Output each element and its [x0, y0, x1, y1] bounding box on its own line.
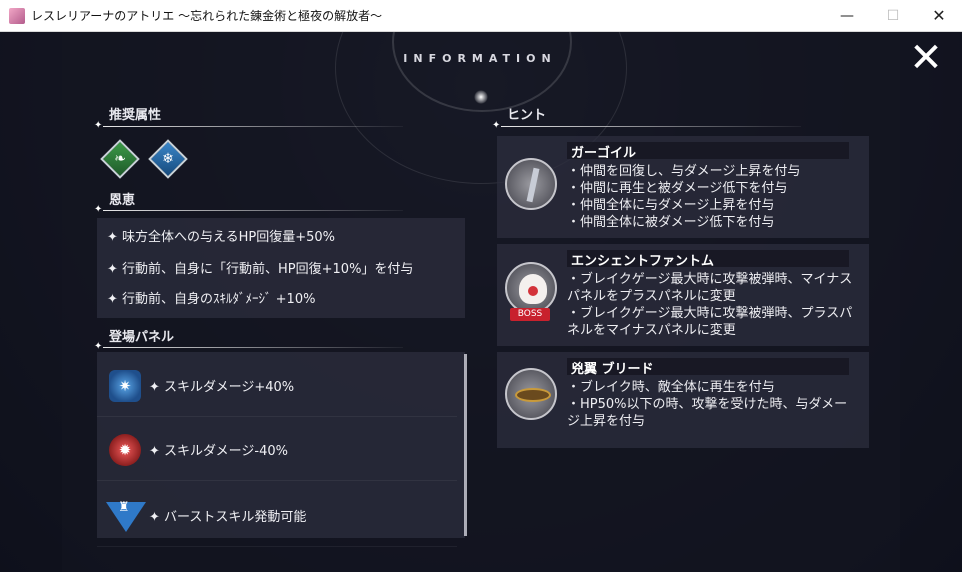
hint-line: ・ブレイクゲージ最大時に攻撃被弾時、プラスパネルをマイナスパネルに変更	[567, 306, 853, 338]
close-icon[interactable]: ✕	[906, 38, 946, 78]
breed-figure-icon	[515, 388, 551, 402]
panel-label: ✦ スキルダメージ+40%	[149, 380, 295, 395]
benefit-item: ✦ 味方全体への与えるHP回復量+50%	[107, 230, 336, 245]
hint-name-bar: エンシェントファントム	[567, 250, 849, 269]
hint-card-gargoyle: ガーゴイル ・仲間を回復し、与ダメージ上昇を付与 ・仲間に再生と被ダメージ低下を…	[497, 136, 869, 238]
hint-line: ・仲間に再生と被ダメージ低下を付与	[567, 181, 788, 196]
game-viewport: INFORMATION ✕ 推奨属性 ✦ ❧ ❄ 恩恵 ✦ ✦ 味方全体への与え…	[0, 32, 962, 572]
hint-lines: ・ブレイク時、敵全体に再生を付与 ・HP50%以下の時、攻撃を受けた時、与ダメー…	[567, 379, 857, 430]
information-title: INFORMATION	[403, 52, 557, 65]
panels-list[interactable]: ✷ ✦ スキルダメージ+40% ✹ ✦ スキルダメージ-40% ♜ ✦ バースト…	[97, 352, 465, 547]
maximize-button[interactable]: ☐	[870, 0, 916, 31]
hint-line: ・仲間を回復し、与ダメージ上昇を付与	[567, 164, 801, 179]
gargoyle-figure-icon	[526, 167, 540, 203]
hints-heading: ヒント	[507, 108, 547, 123]
panel-item-skill-up: ✷ ✦ スキルダメージ+40%	[97, 356, 457, 417]
hint-name-bar: ガーゴイル	[567, 142, 849, 161]
window-titlebar: レスレリアーナのアトリエ ～忘れられた錬金術と極夜の解放者～ — ☐ ✕	[0, 0, 962, 32]
section-star-icon: ✦	[94, 341, 103, 352]
section-divider	[103, 347, 403, 348]
wind-glyph: ❧	[114, 151, 126, 167]
enemy-name: エンシェントファントム	[571, 254, 715, 269]
hint-lines: ・仲間を回復し、与ダメージ上昇を付与 ・仲間に再生と被ダメージ低下を付与 ・仲間…	[567, 163, 857, 231]
section-divider	[103, 210, 403, 211]
hint-line: ・HP50%以下の時、攻撃を受けた時、与ダメージ上昇を付与	[567, 397, 848, 429]
hint-card-ancient-phantom: BOSS エンシェントファントム ・ブレイクゲージ最大時に攻撃被弾時、マイナスパ…	[497, 244, 869, 346]
phantom-eye-icon	[528, 286, 538, 296]
hint-card-breed: 兇翼 ブリード ・ブレイク時、敵全体に再生を付与 ・HP50%以下の時、攻撃を受…	[497, 352, 869, 448]
section-star-icon: ✦	[94, 204, 103, 215]
enemy-name: 兇翼 ブリード	[571, 362, 654, 377]
enemy-name: ガーゴイル	[571, 146, 637, 161]
panels-heading: 登場パネル	[109, 330, 175, 345]
benefits-heading: 恩恵	[109, 193, 136, 208]
section-star-icon: ✦	[492, 120, 501, 131]
panel-label: ✦ スキルダメージ-40%	[149, 444, 288, 459]
hint-lines: ・ブレイクゲージ最大時に攻撃被弾時、マイナスパネルをプラスパネルに変更 ・ブレイ…	[567, 271, 857, 339]
panel-item-burst-skill: ♜ ✦ バーストスキル発動可能	[97, 486, 457, 547]
benefits-list: ✦ 味方全体への与えるHP回復量+50% ✦ 行動前、自身に「行動前、HP回復+…	[97, 218, 465, 318]
decorative-glow	[474, 90, 488, 104]
breed-portrait	[505, 368, 557, 420]
recommended-attributes-heading: 推奨属性	[109, 108, 162, 123]
benefit-item: ✦ 行動前、自身のｽｷﾙﾀﾞﾒｰｼﾞ +10%	[107, 292, 316, 307]
panel-item-skill-down: ✹ ✦ スキルダメージ-40%	[97, 420, 457, 481]
window-title: レスレリアーナのアトリエ ～忘れられた錬金術と極夜の解放者～	[31, 9, 383, 23]
section-star-icon: ✦	[94, 120, 103, 131]
hint-line: ・ブレイク時、敵全体に再生を付与	[567, 380, 775, 395]
benefit-item: ✦ 行動前、自身に「行動前、HP回復+10%」を付与	[107, 262, 414, 277]
burst-skill-glyph: ♜	[118, 500, 130, 515]
hint-line: ・仲間全体に与ダメージ上昇を付与	[567, 198, 775, 213]
window-close-button[interactable]: ✕	[916, 0, 962, 31]
section-divider	[501, 126, 801, 127]
panels-scrollbar[interactable]	[464, 354, 467, 536]
ancient-phantom-portrait: BOSS	[505, 262, 557, 321]
skill-down-icon: ✹	[109, 434, 141, 466]
boss-badge: BOSS	[510, 308, 550, 321]
section-divider	[103, 126, 403, 127]
hint-name-bar: 兇翼 ブリード	[567, 358, 849, 377]
minimize-button[interactable]: —	[824, 0, 870, 31]
panel-label: ✦ バーストスキル発動可能	[149, 510, 307, 525]
gargoyle-portrait	[505, 158, 557, 210]
app-icon	[9, 7, 25, 24]
ice-glyph: ❄	[162, 151, 174, 167]
skill-up-icon: ✷	[109, 370, 141, 402]
hint-line: ・仲間全体に被ダメージ低下を付与	[567, 215, 775, 230]
hint-line: ・ブレイクゲージ最大時に攻撃被弾時、マイナスパネルをプラスパネルに変更	[567, 272, 853, 304]
